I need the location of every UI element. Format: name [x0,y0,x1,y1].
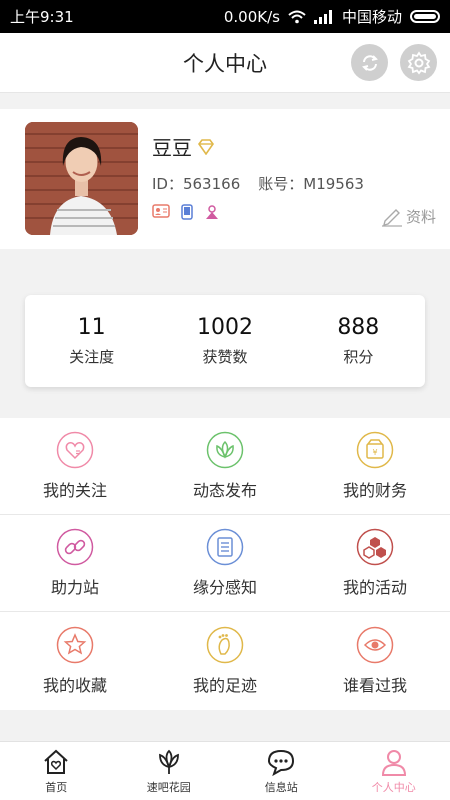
menu-label: 谁看过我 [342,675,407,695]
menu-who-viewed-me[interactable]: 谁看过我 [300,612,450,709]
stat-likes[interactable]: 1002 获赞数 [158,295,291,387]
svg-text:¥: ¥ [372,448,377,457]
sync-icon [361,54,378,71]
status-time: 上午9:31 [10,8,74,26]
battery-icon [410,10,440,23]
menu-label: 我的活动 [342,578,407,597]
menu-my-finance[interactable]: ¥ 我的财务 [300,418,450,514]
stat-label: 积分 [343,348,374,366]
carrier-name: 中国移动 [341,8,402,26]
stat-follow[interactable]: 11 关注度 [25,295,158,387]
stat-value: 1002 [196,315,253,340]
menu-label: 缘分感知 [192,578,257,597]
tab-label: 首页 [45,781,68,794]
stat-label: 关注度 [69,348,115,366]
lotus-icon [206,431,244,469]
id-card-badge-icon [152,204,170,218]
diamond-icon [198,138,214,155]
hexagons-icon [356,528,394,566]
page-title: 个人中心 [183,51,267,76]
avatar[interactable] [25,122,138,235]
tab-label: 个人中心 [371,781,416,794]
menu-fate-sense[interactable]: 缘分感知 [150,515,300,611]
menu-my-follows[interactable]: 我的关注 [0,418,150,514]
tab-info-station[interactable]: 信息站 [225,742,338,800]
chat-bubble-icon [268,749,295,777]
tab-label: 信息站 [264,781,298,794]
menu-my-footprints[interactable]: 我的足迹 [150,612,300,709]
status-bar: 上午9:31 0.00K/s 中国移动 [0,0,450,33]
network-speed: 0.00K/s [223,7,280,26]
menu-label: 我的足迹 [192,675,257,695]
heart-icon [56,431,94,469]
wifi-icon [288,10,306,23]
profile-card: 豆豆 ID：563166 账号：M19563 资料 [0,109,450,249]
star-icon [56,626,94,663]
edit-profile-label: 资料 [405,207,436,226]
menu-boost-station[interactable]: 助力站 [0,515,150,611]
menu-post-update[interactable]: 动态发布 [150,418,300,514]
edit-profile-button[interactable]: 资料 [381,205,436,227]
tab-home[interactable]: 首页 [0,742,113,800]
title-bar: 个人中心 [0,33,450,93]
menu-label: 我的关注 [42,481,107,500]
phone-badge-icon [181,204,193,220]
tulip-icon [158,749,179,774]
bottom-tab-bar: 首页 速吧花园 信息站 个人中心 [0,741,450,800]
person-badge-icon [206,205,218,219]
document-icon [206,528,244,566]
person-icon [381,750,406,776]
tab-personal-center[interactable]: 个人中心 [338,742,450,800]
tab-label: 速吧花园 [146,781,191,794]
pencil-icon [381,209,402,227]
stats-card: 11 关注度 1002 获赞数 888 积分 [25,295,425,387]
link-icon [56,528,94,566]
eye-icon [356,626,394,663]
home-icon [44,749,68,774]
stat-points[interactable]: 888 积分 [292,295,425,387]
gear-icon [407,50,430,74]
footprint-icon [206,626,244,663]
user-id: ID：563166 [152,175,241,193]
menu-label: 助力站 [50,578,99,597]
menu-my-favorites[interactable]: 我的收藏 [0,612,150,709]
menu-label: 我的收藏 [42,675,107,695]
sync-button[interactable] [351,44,388,81]
wallet-icon: ¥ [356,431,394,469]
menu-label: 动态发布 [192,481,257,500]
stat-value: 888 [337,315,380,340]
stat-label: 获赞数 [202,348,248,366]
settings-button[interactable] [400,44,437,81]
tab-garden[interactable]: 速吧花园 [113,742,226,800]
menu-grid: 我的关注 动态发布 ¥ 我的财务 助力站 缘分感知 我的活动 我的收藏 我的足迹… [0,418,450,710]
stat-value: 11 [77,315,106,340]
menu-my-events[interactable]: 我的活动 [300,515,450,611]
user-account: 账号：M19563 [258,175,364,193]
user-name: 豆豆 [152,136,192,160]
signal-icon [313,9,332,24]
menu-label: 我的财务 [342,481,407,500]
